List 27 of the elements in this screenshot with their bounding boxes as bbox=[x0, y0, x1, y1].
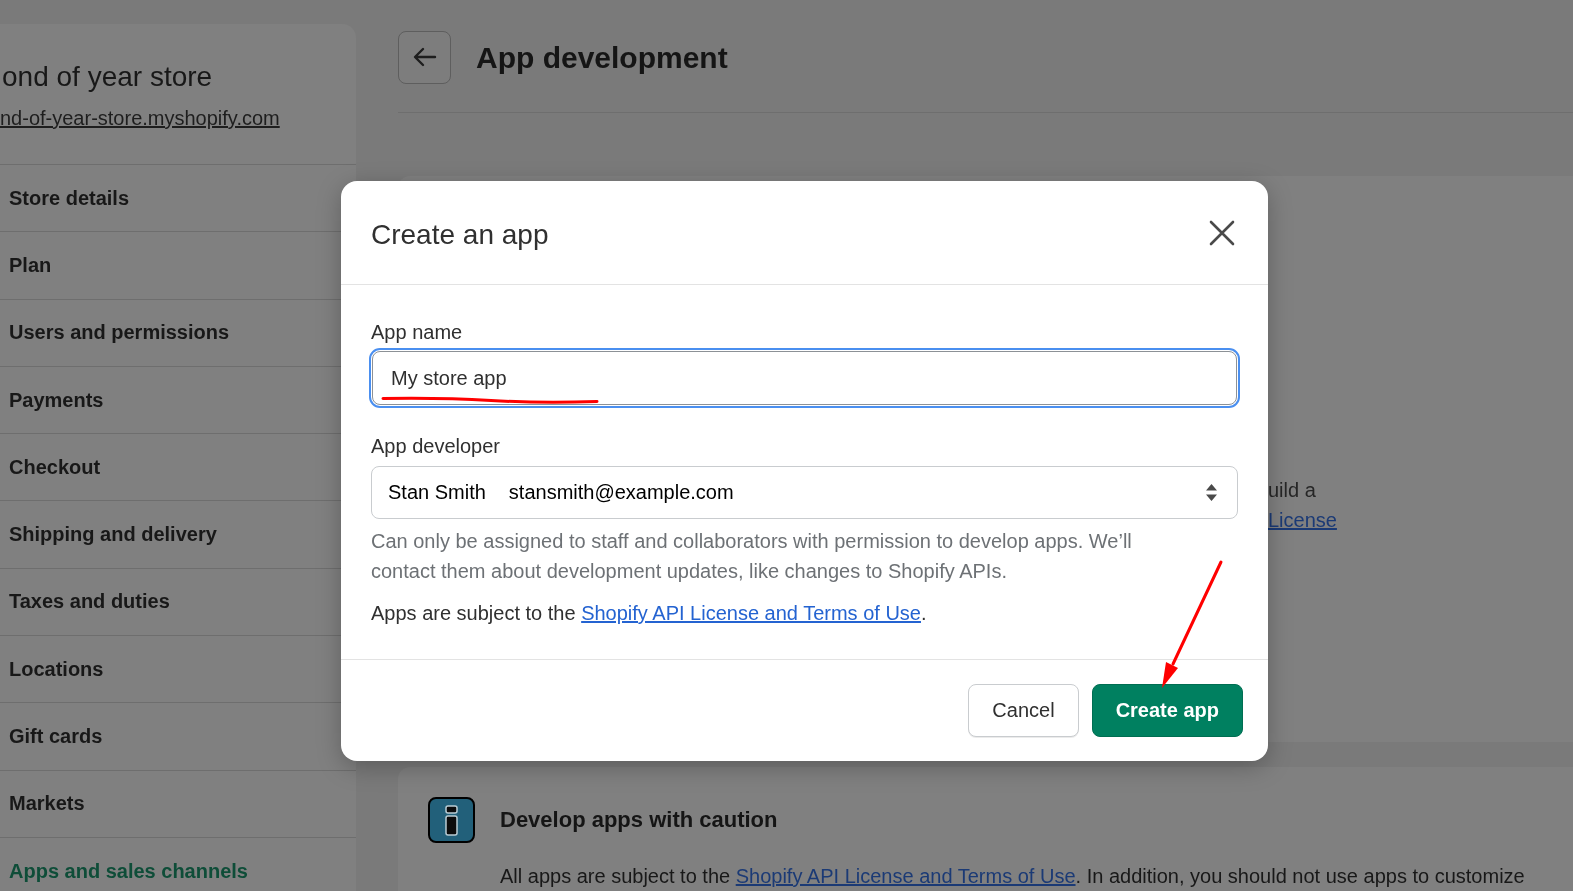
caution-text: All apps are subject to the Shopify API License and Terms of Use. In addition, you should not use apps to customize bbox=[500, 864, 1526, 889]
field-label: App name bbox=[371, 320, 463, 344]
help-text: Can only be assigned to staff and collaborators with permission to develop apps. We’ll contact them about development updates, like changes to Shopify APIs. bbox=[371, 529, 1133, 584]
page-title: App development bbox=[476, 41, 728, 75]
dialog-title: Create an app bbox=[371, 218, 549, 251]
field-label: App developer bbox=[371, 434, 500, 458]
terms-link[interactable]: Shopify API License and Terms of Use bbox=[735, 865, 1076, 887]
terms-text: Apps are subject to the Shopify API License and Terms of Use. bbox=[371, 601, 927, 626]
app-developer-select[interactable]: Stan Smith stansmith@example.com bbox=[371, 466, 1238, 519]
card-link[interactable]: License bbox=[1268, 505, 1337, 535]
developer-email: stansmith@example.com bbox=[508, 481, 734, 504]
sidebar-item[interactable]: Apps and sales channels bbox=[0, 836, 356, 891]
close-icon bbox=[1209, 219, 1235, 246]
select-chevron-icon bbox=[1206, 484, 1217, 501]
developer-name: Stan Smith bbox=[388, 481, 486, 504]
app-name-input[interactable]: My store app bbox=[369, 348, 1240, 408]
card-text: uild a bbox=[1268, 478, 1316, 503]
back-button[interactable] bbox=[398, 30, 451, 84]
store-name: ond of year store bbox=[1, 60, 213, 94]
back-arrow-icon bbox=[412, 47, 437, 67]
info-icon bbox=[428, 797, 475, 843]
cancel-button[interactable]: Cancel bbox=[968, 684, 1079, 737]
terms-link[interactable]: Shopify API License and Terms of Use bbox=[581, 602, 921, 624]
caution-title: Develop apps with caution bbox=[500, 807, 778, 833]
store-url-link[interactable]: nd-of-year-store.myshopify.com bbox=[0, 104, 280, 132]
create-app-button[interactable]: Create app bbox=[1091, 684, 1243, 737]
sidebar-item[interactable]: Markets bbox=[0, 769, 356, 837]
